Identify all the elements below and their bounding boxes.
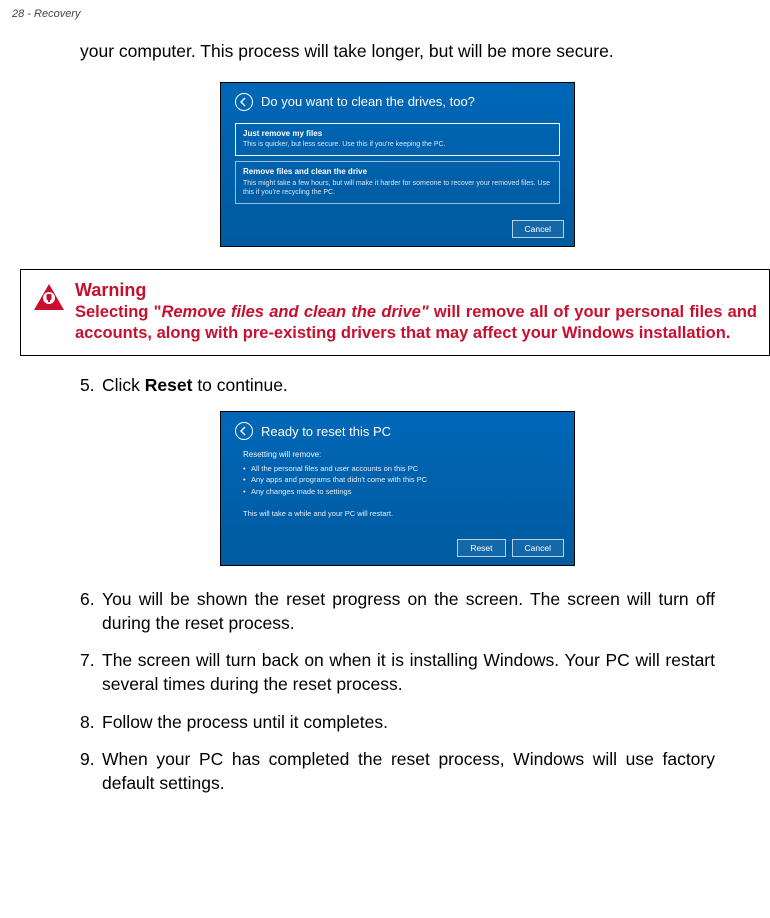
warning-icon-wrap [33, 280, 65, 316]
step7-num: 7. [80, 649, 102, 696]
step7-text: The screen will turn back on when it is … [102, 649, 715, 696]
step8-text: Follow the process until it completes. [102, 711, 715, 735]
dialog1-footer: Cancel [221, 190, 574, 246]
step8-num: 8. [80, 711, 102, 735]
dialog2-wrapper: Ready to reset this PC Resetting will re… [80, 411, 715, 566]
warning-text: Warning Selecting "Remove files and clea… [75, 280, 757, 345]
dialog2-header: Ready to reset this PC [221, 412, 574, 448]
ready-reset-dialog: Ready to reset this PC Resetting will re… [220, 411, 575, 566]
option1-title: Just remove my files [243, 129, 552, 140]
step-6: 6. You will be shown the reset progress … [80, 588, 715, 635]
back-arrow-icon[interactable] [235, 93, 253, 111]
step6-num: 6. [80, 588, 102, 635]
dialog2-footer: Reset Cancel [221, 509, 574, 565]
step5-text: Click Reset to continue. [102, 374, 715, 398]
step9-num: 9. [80, 748, 102, 795]
step6-text: You will be shown the reset progress on … [102, 588, 715, 635]
warning-triangle-icon [33, 283, 65, 311]
step-5: 5. Click Reset to continue. [80, 374, 715, 398]
cancel-button[interactable]: Cancel [512, 220, 564, 238]
dialog1-wrapper: Do you want to clean the drives, too? Ju… [80, 82, 715, 247]
option-just-remove[interactable]: Just remove my files This is quicker, bu… [235, 123, 560, 156]
step-8: 8. Follow the process until it completes… [80, 711, 715, 735]
warning-italic: Remove files and clean the drive" [161, 303, 428, 321]
bullet-1: All the personal files and user accounts… [243, 463, 560, 474]
step5-pre: Click [102, 375, 145, 395]
option2-title: Remove files and clean the drive [243, 167, 552, 178]
step5-bold: Reset [145, 375, 193, 395]
warning-body: Selecting "Remove files and clean the dr… [75, 302, 757, 345]
page-content: your computer. This process will take lo… [0, 20, 770, 796]
step5-post: to continue. [192, 375, 287, 395]
warning-title: Warning [75, 280, 757, 301]
bullet-2: Any apps and programs that didn't come w… [243, 474, 560, 485]
warning-box: Warning Selecting "Remove files and clea… [20, 269, 770, 356]
option1-desc: This is quicker, but less secure. Use th… [243, 140, 552, 149]
step5-num: 5. [80, 374, 102, 398]
dialog2-bullets: All the personal files and user accounts… [221, 459, 574, 503]
dialog1-header: Do you want to clean the drives, too? [221, 83, 574, 119]
back-arrow-icon-2[interactable] [235, 422, 253, 440]
dialog2-title: Ready to reset this PC [261, 424, 391, 439]
bullet-3: Any changes made to settings [243, 486, 560, 497]
dialog1-title: Do you want to clean the drives, too? [261, 94, 475, 109]
page-header: 28 - Recovery [0, 0, 770, 20]
reset-button[interactable]: Reset [457, 539, 505, 557]
step9-text: When your PC has completed the reset pro… [102, 748, 715, 795]
step-7: 7. The screen will turn back on when it … [80, 649, 715, 696]
cancel-button-2[interactable]: Cancel [512, 539, 564, 557]
dialog2-intro: Resetting will remove: [221, 448, 574, 459]
step-9: 9. When your PC has completed the reset … [80, 748, 715, 795]
clean-drives-dialog: Do you want to clean the drives, too? Ju… [220, 82, 575, 247]
warning-prefix: Selecting " [75, 303, 161, 321]
intro-paragraph: your computer. This process will take lo… [80, 40, 715, 64]
